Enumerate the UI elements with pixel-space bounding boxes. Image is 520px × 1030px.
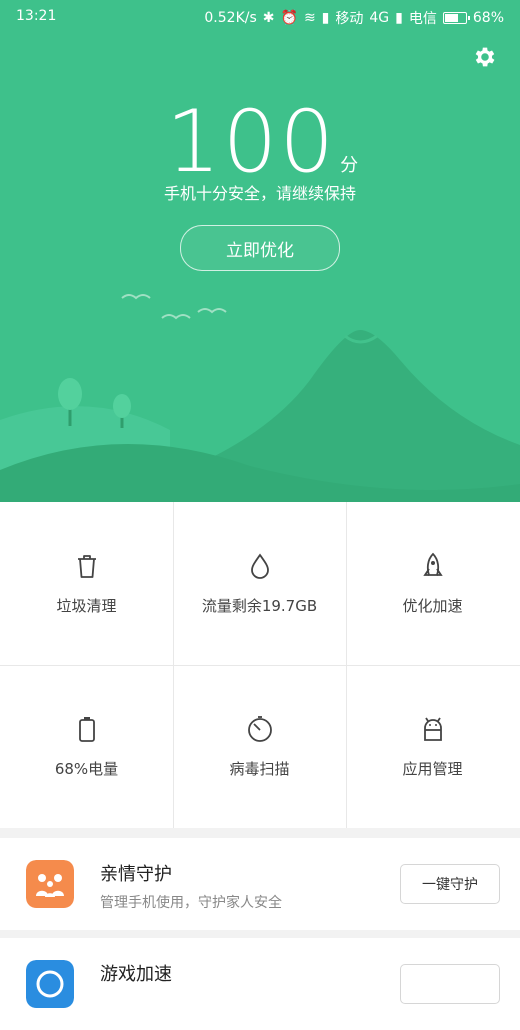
score-unit: 分 — [340, 155, 359, 176]
status-bar: 13:21 0.52K/s ✱ ⏰ ≋ ▮ 移动 4G ▮ 电信 68% — [0, 0, 520, 34]
tools-grid: 垃圾清理 流量剩余19.7GB 优化加速 68%电量 病毒扫描 应用管理 — [0, 502, 520, 828]
game-boost-button[interactable] — [400, 964, 500, 1004]
tile-data-usage[interactable]: 流量剩余19.7GB — [173, 502, 346, 665]
tile-virus-scan[interactable]: 病毒扫描 — [173, 665, 346, 828]
tile-label: 流量剩余19.7GB — [201, 597, 318, 615]
family-icon — [26, 860, 74, 908]
family-guard-card[interactable]: 亲情守护 管理手机使用，守护家人安全 一键守护 — [0, 838, 520, 930]
carrier2: 电信 — [408, 11, 437, 27]
one-click-guard-button[interactable]: 一键守护 — [400, 864, 500, 904]
wifi-icon: ≋ — [303, 10, 316, 26]
game-boost-card[interactable]: 游戏加速 — [0, 938, 520, 1030]
signal2-icon: ▮ — [395, 10, 403, 26]
android-icon — [423, 717, 442, 741]
tile-speed-up[interactable]: 优化加速 — [346, 502, 519, 665]
scan-icon — [247, 716, 272, 742]
tile-battery[interactable]: 68%电量 — [0, 665, 173, 828]
battery-level: 68% — [472, 10, 504, 26]
network-type: 4G — [369, 10, 390, 26]
network-speed: 0.52K/s — [204, 10, 257, 26]
security-hero: 13:21 0.52K/s ✱ ⏰ ≋ ▮ 移动 4G ▮ 电信 68% 100… — [0, 0, 520, 502]
carrier1: 移动 — [335, 11, 364, 27]
drop-icon — [250, 553, 269, 579]
score-value: 100 — [165, 92, 337, 192]
status-time: 13:21 — [16, 8, 57, 24]
security-score: 100 分 — [0, 92, 520, 192]
alarm-icon: ⏰ — [280, 10, 298, 26]
game-icon — [26, 960, 74, 1008]
rocket-icon — [422, 552, 443, 576]
signal-icon: ▮ — [321, 10, 330, 26]
battery-icon — [442, 12, 470, 24]
bluetooth-icon: ✱ — [262, 10, 275, 26]
tile-junk-clean[interactable]: 垃圾清理 — [0, 502, 173, 665]
security-status-text: 手机十分安全，请继续保持 — [163, 184, 356, 203]
status-right: 0.52K/s ✱ ⏰ ≋ ▮ 移动 4G ▮ 电信 68% — [204, 8, 504, 28]
trash-icon — [77, 555, 96, 578]
tile-label: 应用管理 — [402, 760, 463, 778]
tile-label: 垃圾清理 — [56, 597, 117, 615]
tile-label: 优化加速 — [402, 597, 463, 615]
card-desc: 管理手机使用，守护家人安全 — [100, 895, 282, 911]
optimize-now-button[interactable]: 立即优化 — [180, 225, 340, 271]
tile-app-manager[interactable]: 应用管理 — [346, 665, 519, 828]
card-title: 游戏加速 — [100, 964, 172, 985]
tile-label: 68%电量 — [54, 760, 119, 778]
tile-label: 病毒扫描 — [229, 760, 290, 778]
settings-gear-icon[interactable] — [472, 44, 498, 70]
battery-icon — [78, 717, 95, 742]
landscape-illustration — [0, 294, 520, 502]
card-title: 亲情守护 — [100, 864, 172, 885]
